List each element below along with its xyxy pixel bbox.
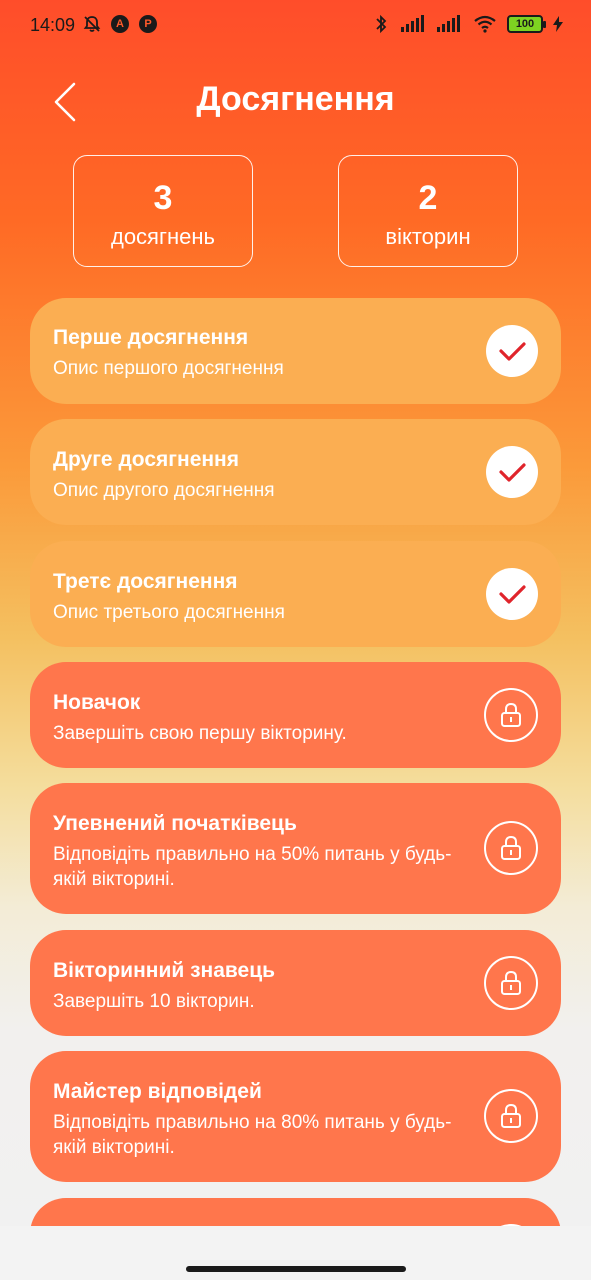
battery-icon: 100 bbox=[507, 15, 546, 33]
achievement-card[interactable]: Третє досягнення Опис третього досягненн… bbox=[30, 541, 561, 647]
achievement-description: Завершіть свою першу вікторину. bbox=[53, 723, 347, 744]
achievement-description: Відповідіть правильно на 50% питань у бу… bbox=[53, 844, 452, 890]
achievement-card[interactable]: Друге досягнення Опис другого досягнення bbox=[30, 419, 561, 525]
achievement-description: Опис третього досягнення bbox=[53, 602, 285, 623]
achievements-count-label: досягнень bbox=[110, 224, 215, 249]
achievement-description: Завершіть 10 вікторин. bbox=[53, 991, 255, 1012]
achievements-count-box: 3 досягнень bbox=[73, 155, 253, 267]
status-time: 14:09 bbox=[30, 15, 76, 35]
signal-icon bbox=[437, 14, 463, 34]
signal-icon bbox=[401, 14, 427, 34]
checkmark-icon bbox=[486, 568, 538, 620]
checkmark-icon bbox=[486, 325, 538, 377]
status-bar: 14:09 A P 100 bbox=[0, 0, 591, 52]
page-title: Досягнення bbox=[196, 80, 395, 118]
wifi-icon bbox=[473, 14, 497, 34]
home-indicator[interactable] bbox=[186, 1266, 406, 1272]
achievement-description: Відповідіть правильно на 80% питань у бу… bbox=[53, 1112, 452, 1158]
achievement-card[interactable] bbox=[30, 1198, 561, 1226]
quizzes-count: 2 bbox=[418, 179, 438, 217]
app-a-icon: A bbox=[110, 14, 130, 34]
achievement-card[interactable]: Перше досягнення Опис першого досягнення bbox=[30, 298, 561, 404]
lock-icon bbox=[484, 688, 538, 742]
quizzes-count-label: вікторин bbox=[385, 224, 471, 249]
achievement-description: Опис другого досягнення bbox=[53, 480, 275, 501]
achievement-title: Вікторинний знавець bbox=[53, 959, 276, 982]
achievement-card[interactable]: Вікторинний знавець Завершіть 10 віктори… bbox=[30, 930, 561, 1036]
achievement-card[interactable]: Новачок Завершіть свою першу вікторину. bbox=[30, 662, 561, 768]
charging-icon bbox=[553, 14, 563, 34]
pinterest-icon: P bbox=[138, 14, 158, 34]
bluetooth-icon bbox=[371, 14, 391, 34]
achievements-screen: 14:09 A P 100 Досягнення 3 досягнень 2 в… bbox=[0, 0, 591, 1226]
achievement-title: Майстер відповідей bbox=[53, 1080, 262, 1103]
lock-icon bbox=[484, 821, 538, 875]
achievement-description: Опис першого досягнення bbox=[53, 358, 284, 379]
achievement-card[interactable]: Майстер відповідей Відповідіть правильно… bbox=[30, 1051, 561, 1182]
achievement-title: Упевнений початківець bbox=[53, 812, 297, 835]
achievement-card[interactable]: Упевнений початківець Відповідіть правил… bbox=[30, 783, 561, 914]
achievement-title: Друге досягнення bbox=[53, 448, 239, 471]
achievements-count: 3 bbox=[153, 179, 173, 217]
lock-icon bbox=[484, 1089, 538, 1143]
achievement-title: Третє досягнення bbox=[53, 570, 238, 593]
quizzes-count-box: 2 вікторин bbox=[338, 155, 518, 267]
lock-icon bbox=[484, 956, 538, 1010]
checkmark-icon bbox=[486, 446, 538, 498]
achievement-title: Новачок bbox=[53, 691, 141, 714]
bell-off-icon bbox=[82, 14, 102, 34]
achievement-title: Перше досягнення bbox=[53, 326, 249, 349]
